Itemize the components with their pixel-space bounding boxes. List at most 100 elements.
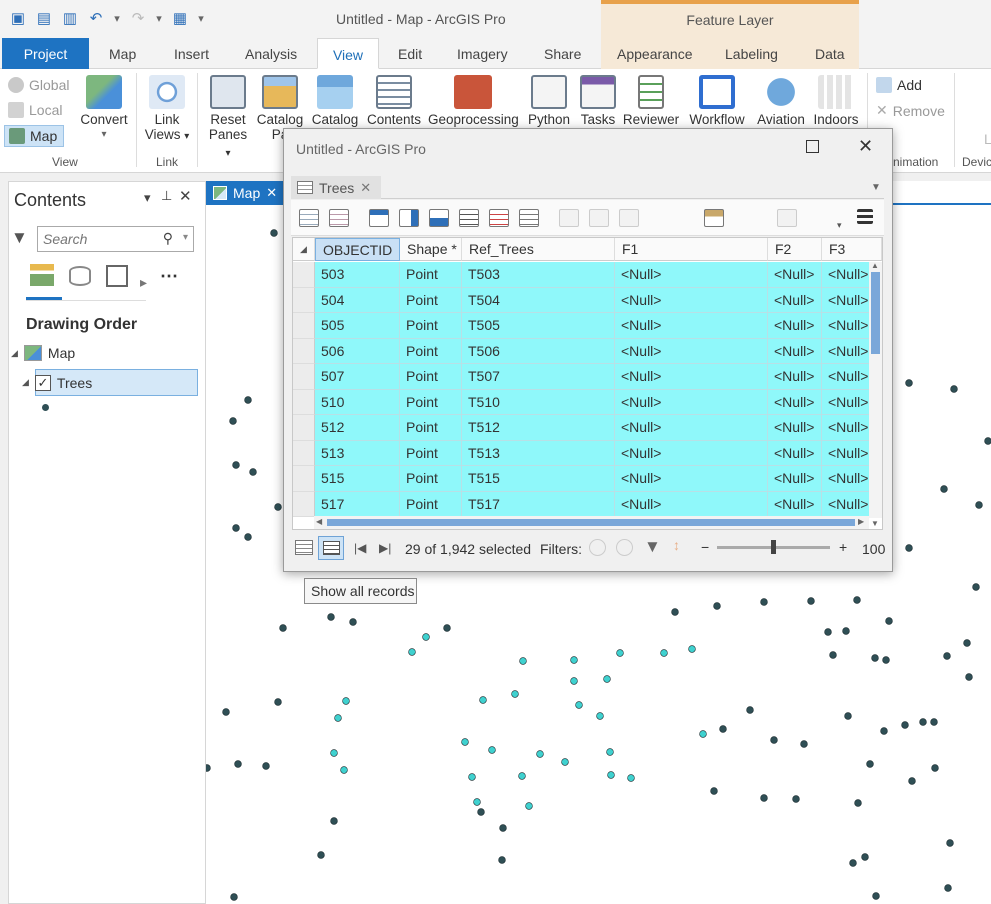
reviewer-button[interactable]: Reviewer	[622, 75, 680, 127]
close-pane-icon[interactable]: ✕	[179, 187, 192, 205]
tab-analysis[interactable]: Analysis	[233, 38, 309, 69]
aviation-button[interactable]: Aviation	[754, 75, 808, 127]
table-row[interactable]: 510 Point T510 <Null> <Null> <Null>	[293, 389, 882, 415]
table-cell[interactable]: T510	[462, 389, 615, 415]
tree-point[interactable]	[800, 740, 808, 748]
contents-button[interactable]: Contents	[366, 75, 422, 127]
column-header[interactable]: F1	[615, 238, 768, 261]
selected-tree-point[interactable]	[334, 714, 342, 722]
column-header[interactable]: OBJECTID *	[315, 238, 400, 281]
table-cell[interactable]: <Null>	[615, 440, 768, 466]
horizontal-scroll-thumb[interactable]	[327, 519, 855, 526]
table-cell[interactable]: Point	[400, 466, 462, 492]
table-row[interactable]: 515 Point T515 <Null> <Null> <Null>	[293, 466, 882, 492]
tree-point[interactable]	[760, 794, 768, 802]
last-record-icon[interactable]: ▶|	[379, 541, 391, 555]
tree-point[interactable]	[770, 736, 778, 744]
layer-visibility-checkbox[interactable]: ✓	[34, 374, 51, 391]
close-window-icon[interactable]: ✕	[858, 136, 873, 157]
table-row[interactable]: 504 Point T504 <Null> <Null> <Null>	[293, 287, 882, 313]
time-filter-icon[interactable]	[616, 539, 633, 556]
selected-tree-point[interactable]	[570, 677, 578, 685]
workflow-button[interactable]: Workflow	[686, 75, 748, 127]
table-cell[interactable]: Point	[400, 313, 462, 339]
select-all-icon[interactable]: ◢	[293, 238, 315, 261]
tree-point[interactable]	[349, 618, 357, 626]
zoom-out-icon[interactable]: −	[701, 539, 709, 555]
tab-labeling[interactable]: Labeling	[699, 38, 793, 69]
menu-icon[interactable]	[857, 209, 873, 224]
tree-point[interactable]	[880, 727, 888, 735]
table-cell[interactable]: T505	[462, 313, 615, 339]
tab-imagery[interactable]: Imagery	[445, 38, 520, 69]
tree-point[interactable]	[713, 602, 721, 610]
table-cell[interactable]: <Null>	[615, 415, 768, 441]
selected-tree-point[interactable]	[688, 645, 696, 653]
table-cell[interactable]: <Null>	[615, 466, 768, 492]
convert-button[interactable]: Convert ▾	[78, 75, 130, 142]
tree-point[interactable]	[279, 624, 287, 632]
tree-point[interactable]	[940, 485, 948, 493]
selected-tree-point[interactable]	[660, 649, 668, 657]
collapse-icon[interactable]: ◢	[22, 377, 29, 388]
search-input[interactable]	[43, 228, 153, 250]
geoprocessing-button[interactable]: Geoprocessing	[428, 75, 519, 127]
column-header[interactable]: Shape *	[400, 238, 462, 261]
scroll-right-icon[interactable]: ▶	[858, 517, 864, 526]
table-cell[interactable]: T515	[462, 466, 615, 492]
undo-icon[interactable]: ↶	[86, 8, 106, 28]
selected-tree-point[interactable]	[536, 750, 544, 758]
tree-point[interactable]	[222, 708, 230, 716]
delete-selection-icon[interactable]	[489, 209, 509, 227]
tab-share[interactable]: Share	[532, 38, 593, 69]
column-header[interactable]: F2	[768, 238, 822, 261]
table-row[interactable]: 507 Point T507 <Null> <Null> <Null>	[293, 364, 882, 390]
tree-point[interactable]	[807, 597, 815, 605]
zoom-to-selection-icon[interactable]	[399, 209, 419, 227]
tree-point[interactable]	[274, 503, 282, 511]
tree-point[interactable]	[317, 851, 325, 859]
global-button[interactable]: Global	[8, 77, 69, 93]
table-cell[interactable]: <Null>	[768, 415, 822, 441]
table-row[interactable]: 506 Point T506 <Null> <Null> <Null>	[293, 338, 882, 364]
selected-tree-point[interactable]	[606, 748, 614, 756]
tree-point[interactable]	[972, 583, 980, 591]
row-selector[interactable]	[293, 364, 315, 390]
selected-tree-point[interactable]	[570, 656, 578, 664]
tree-point[interactable]	[905, 379, 913, 387]
tree-point[interactable]	[792, 795, 800, 803]
tree-point[interactable]	[249, 468, 257, 476]
add-field-icon[interactable]	[299, 209, 319, 227]
table-cell[interactable]: <Null>	[615, 491, 768, 517]
tab-project[interactable]: Project	[2, 38, 89, 69]
close-map-tab-icon[interactable]: ✕	[266, 185, 277, 201]
selected-tree-point[interactable]	[575, 701, 583, 709]
tree-point[interactable]	[498, 856, 506, 864]
table-cell[interactable]: 503	[315, 262, 400, 288]
tasks-button[interactable]: Tasks	[578, 75, 618, 127]
table-cell[interactable]: Point	[400, 389, 462, 415]
column-header[interactable]: Ref_Trees	[462, 238, 615, 261]
table-cell[interactable]: Point	[400, 287, 462, 313]
maximize-icon[interactable]	[806, 140, 819, 153]
selected-tree-point[interactable]	[518, 772, 526, 780]
table-cell[interactable]: Point	[400, 415, 462, 441]
extent-filter-icon[interactable]	[589, 539, 606, 556]
tree-point[interactable]	[274, 698, 282, 706]
selected-tree-point[interactable]	[342, 697, 350, 705]
selected-tree-point[interactable]	[330, 749, 338, 757]
reset-panes-button[interactable]: Reset Panes ▾	[205, 75, 251, 161]
tree-point[interactable]	[844, 712, 852, 720]
tree-point[interactable]	[872, 892, 880, 900]
table-cell[interactable]: <Null>	[768, 466, 822, 492]
table-cell[interactable]: Point	[400, 338, 462, 364]
tab-appearance[interactable]: Appearance	[601, 38, 699, 69]
row-selector[interactable]	[293, 440, 315, 466]
table-cell[interactable]: <Null>	[615, 389, 768, 415]
tree-point[interactable]	[950, 385, 958, 393]
table-cell[interactable]: <Null>	[768, 287, 822, 313]
tab-insert[interactable]: Insert	[162, 38, 221, 69]
selected-tree-point[interactable]	[607, 771, 615, 779]
more-dropdown-icon[interactable]: ▾	[196, 8, 206, 28]
table-cell[interactable]: <Null>	[768, 440, 822, 466]
